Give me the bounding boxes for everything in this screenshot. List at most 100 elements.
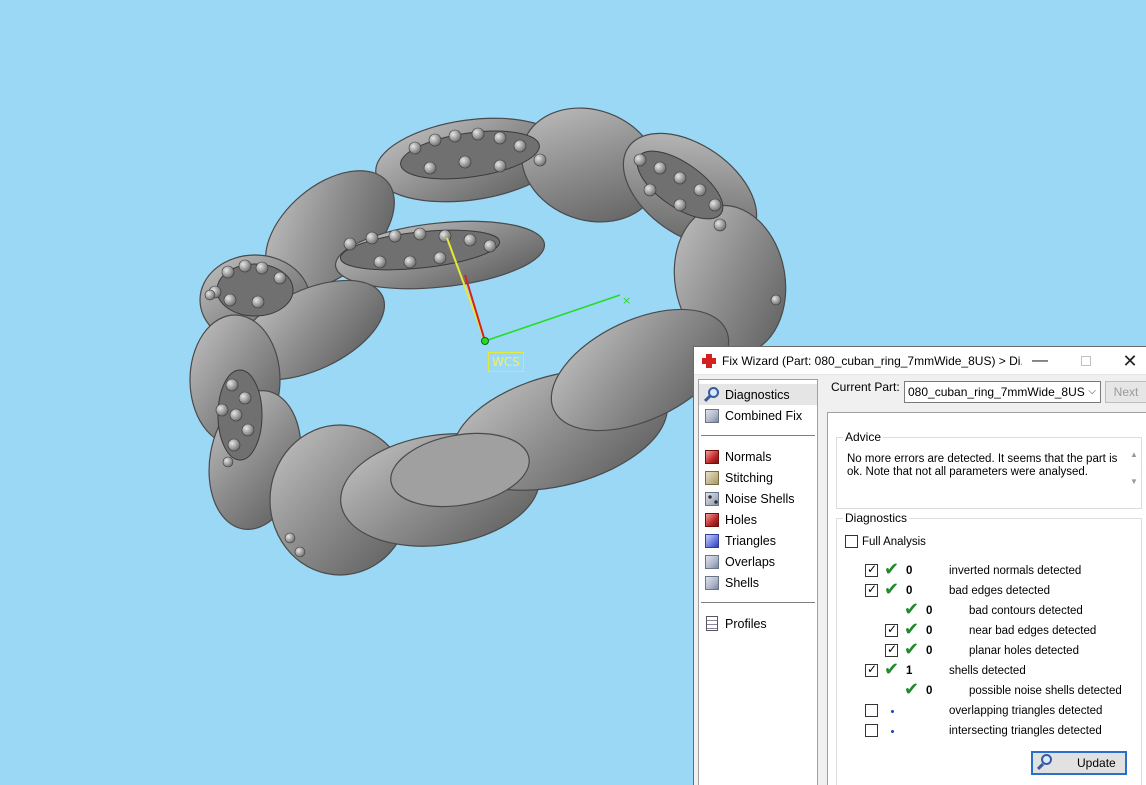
magnifier-icon <box>703 386 721 404</box>
diagnostic-label: possible noise shells detected <box>969 685 1122 697</box>
diagnostic-row: ✔ 0 bad edges detected <box>837 579 1137 600</box>
diagnostic-checkbox[interactable] <box>865 562 878 577</box>
diagnostic-label: inverted normals detected <box>949 565 1082 577</box>
diagnostic-checkbox[interactable] <box>865 582 878 597</box>
diagnostic-checkbox[interactable] <box>885 622 898 637</box>
check-mark-icon: ✔ <box>904 619 920 640</box>
diagnostic-checkbox[interactable] <box>865 704 878 717</box>
nav-item-label: Normals <box>725 449 772 464</box>
diagnostic-checkbox[interactable] <box>885 642 898 657</box>
diagnostic-checkbox[interactable] <box>865 724 878 737</box>
window-title: Fix Wizard (Part: 080_cuban_ring_7mmWide… <box>722 353 1022 368</box>
close-button[interactable]: ✕ <box>1107 347 1146 375</box>
advice-scrollbar[interactable]: ▲ ▼ <box>1129 450 1139 494</box>
pending-dot-icon <box>891 710 894 713</box>
diagnostic-label: planar holes detected <box>969 645 1079 657</box>
next-button[interactable]: Next <box>1105 381 1146 403</box>
stitching-icon <box>703 469 721 487</box>
advice-text: No more errors are detected. It seems th… <box>847 453 1118 478</box>
close-icon: ✕ <box>1122 350 1138 371</box>
check-mark-icon: ✔ <box>884 579 900 600</box>
advice-group: Advice No more errors are detected. It s… <box>836 430 1142 509</box>
magnifier-icon <box>1035 753 1055 773</box>
check-mark-icon: ✔ <box>884 659 900 680</box>
nav-item-triangles[interactable]: Triangles <box>699 530 817 551</box>
diagnostic-label: near bad edges detected <box>969 625 1097 637</box>
cube-icon <box>703 407 721 425</box>
fix-wizard-window: Fix Wizard (Part: 080_cuban_ring_7mmWide… <box>693 346 1146 785</box>
diagnostic-label: bad contours detected <box>969 605 1083 617</box>
update-button[interactable]: Update <box>1031 751 1127 775</box>
maximize-icon <box>1081 356 1091 366</box>
nav-item-holes[interactable]: Holes <box>699 509 817 530</box>
wcs-label: WCS <box>488 352 524 372</box>
nav-item-combined-fix[interactable]: Combined Fix <box>699 405 817 426</box>
red-cross-icon <box>702 353 716 368</box>
diagnostic-checkbox[interactable] <box>865 662 878 677</box>
diagnostics-heading: Diagnostics <box>843 511 910 525</box>
normals-icon <box>703 448 721 466</box>
profiles-icon <box>703 615 721 633</box>
check-mark-icon: ✔ <box>884 559 900 580</box>
nav-item-stitching[interactable]: Stitching <box>699 467 817 488</box>
diagnostic-count: 0 <box>926 685 933 697</box>
nav-divider <box>701 602 815 603</box>
current-part-select[interactable]: 080_cuban_ring_7mmWide_8US ⌵ <box>904 381 1101 403</box>
nav-item-diagnostics[interactable]: Diagnostics <box>699 384 817 405</box>
overlaps-icon <box>703 553 721 571</box>
nav-item-label: Profiles <box>725 616 767 631</box>
diagnostic-row: ✔ 0 possible noise shells detected <box>837 679 1137 700</box>
nav-item-label: Holes <box>725 512 757 527</box>
nav-item-noise-shells[interactable]: Noise Shells <box>699 488 817 509</box>
full-analysis-label: Full Analysis <box>862 536 926 548</box>
diagnostic-row: ✔ 0 bad contours detected <box>837 599 1137 620</box>
nav-item-overlaps[interactable]: Overlaps <box>699 551 817 572</box>
noise-shells-icon <box>703 490 721 508</box>
shells-icon <box>703 574 721 592</box>
diagnostic-count: 0 <box>906 565 913 577</box>
diagnostic-row: ✔ 0 inverted normals detected <box>837 559 1137 580</box>
diagnostic-row: ✔ 0 planar holes detected <box>837 639 1137 660</box>
titlebar[interactable]: Fix Wizard (Part: 080_cuban_ring_7mmWide… <box>694 347 1146 375</box>
nav-item-label: Overlaps <box>725 554 776 569</box>
nav-item-shells[interactable]: Shells <box>699 572 817 593</box>
diagnostic-label: bad edges detected <box>949 585 1051 597</box>
nav-item-normals[interactable]: Normals <box>699 446 817 467</box>
wizard-nav: Diagnostics Combined Fix Normals Stitchi… <box>698 379 818 785</box>
diagnostics-panel: Advice No more errors are detected. It s… <box>827 412 1146 785</box>
nav-item-label: Triangles <box>725 533 776 548</box>
check-mark-icon: ✔ <box>904 639 920 660</box>
diagnostic-row: intersecting triangles detected <box>837 722 1137 740</box>
diagnostics-group: Diagnostics Full Analysis ✔ 0 inverted nor… <box>836 511 1142 785</box>
current-part-value: 080_cuban_ring_7mmWide_8US <box>908 385 1085 399</box>
chevron-down-icon: ⌵ <box>1088 386 1096 397</box>
triangles-icon <box>703 532 721 550</box>
minimize-button[interactable]: — <box>1017 347 1063 375</box>
pending-dot-icon <box>891 730 894 733</box>
check-mark-icon: ✔ <box>904 679 920 700</box>
diagnostic-count: 1 <box>906 665 913 677</box>
diagnostic-label: overlapping triangles detected <box>949 705 1103 717</box>
maximize-button[interactable] <box>1063 347 1109 375</box>
minimize-icon: — <box>1032 352 1048 369</box>
diagnostic-count: 0 <box>926 645 933 657</box>
update-label: Update <box>1077 756 1116 770</box>
diagnostic-row: ✔ 0 near bad edges detected <box>837 619 1137 640</box>
diagnostic-row: ✔ 1 shells detected <box>837 659 1137 680</box>
nav-item-profiles[interactable]: Profiles <box>699 613 817 634</box>
holes-icon <box>703 511 721 529</box>
nav-item-label: Noise Shells <box>725 491 795 506</box>
nav-item-label: Diagnostics <box>725 387 790 402</box>
check-mark-icon: ✔ <box>904 599 920 620</box>
diagnostic-count: 0 <box>926 605 933 617</box>
diagnostic-count: 0 <box>926 625 933 637</box>
full-analysis-row[interactable]: Full Analysis <box>845 533 1045 551</box>
diagnostic-label: intersecting triangles detected <box>949 725 1102 737</box>
full-analysis-checkbox[interactable] <box>845 535 858 548</box>
diagnostic-row: overlapping triangles detected <box>837 702 1137 720</box>
current-part-label: Current Part: <box>831 380 900 394</box>
nav-item-label: Stitching <box>725 470 773 485</box>
advice-heading: Advice <box>843 430 884 444</box>
nav-item-label: Combined Fix <box>725 408 803 423</box>
nav-divider <box>701 435 815 436</box>
